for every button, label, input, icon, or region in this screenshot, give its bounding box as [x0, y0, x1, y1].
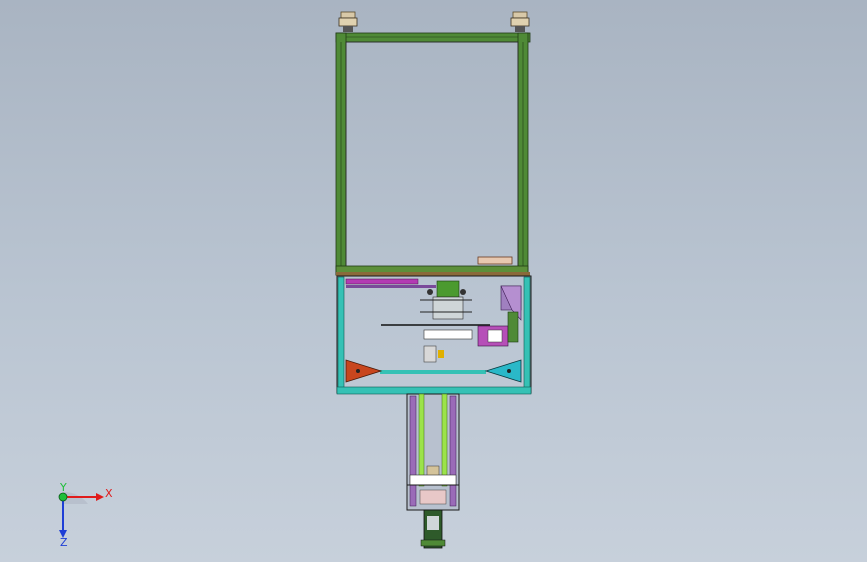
x-axis-arrowhead: [96, 493, 104, 501]
top-left-foot: [338, 11, 358, 32]
arm-linkage: [345, 359, 522, 383]
y-axis-label: Y: [59, 481, 67, 494]
z-axis-label: Z: [60, 536, 68, 548]
x-axis-label: X: [105, 487, 113, 500]
upper-frame: [335, 32, 531, 276]
cad-viewport[interactable]: X Y Z: [0, 0, 867, 562]
cad-model-view[interactable]: [0, 0, 867, 562]
y-axis-dot: [58, 492, 68, 502]
top-right-foot: [510, 11, 530, 32]
lower-column: [406, 393, 460, 549]
mechanism-assembly: [381, 280, 522, 363]
axis-triad: X Y Z: [58, 481, 113, 548]
